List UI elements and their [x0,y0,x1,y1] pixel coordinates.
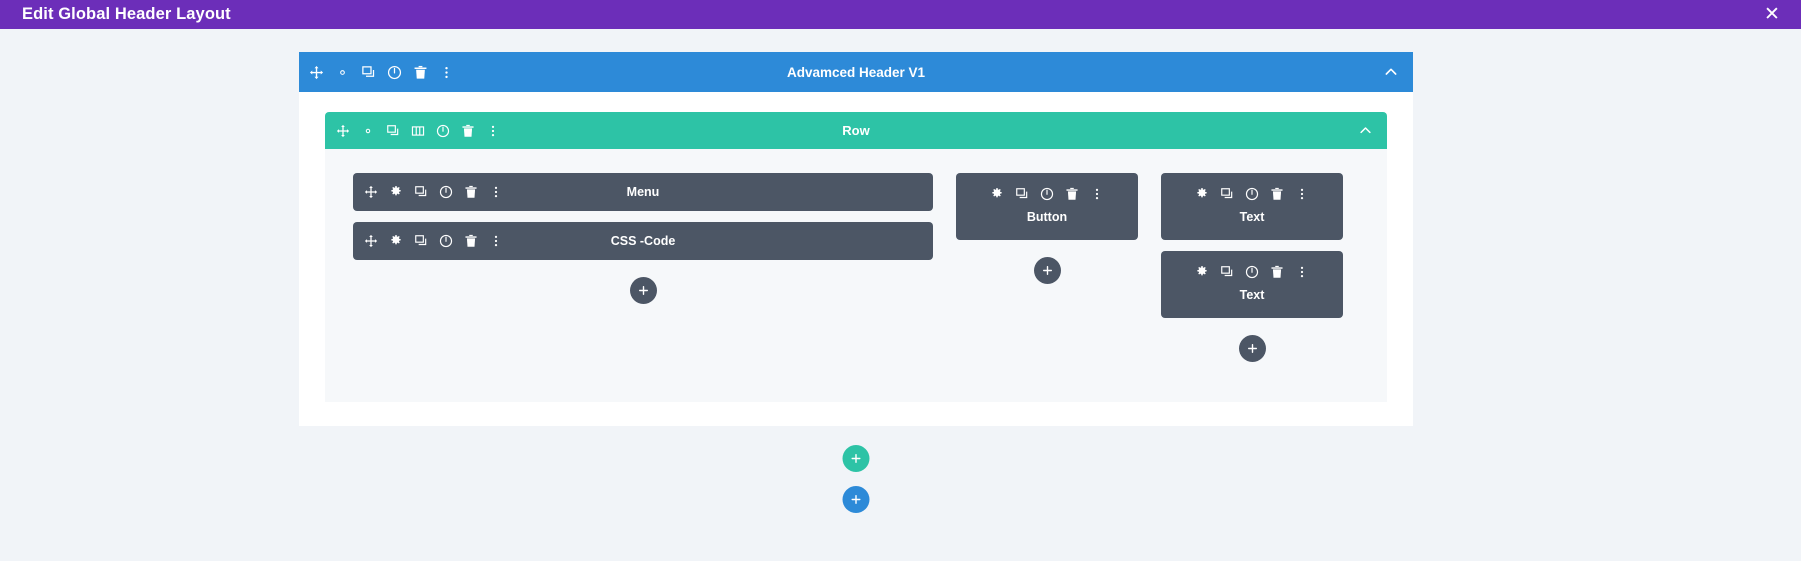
power-icon[interactable] [1040,187,1054,201]
kebab-menu-icon[interactable] [1295,265,1309,279]
trash-icon[interactable] [413,65,428,80]
kebab-menu-icon[interactable] [489,185,503,199]
page-title: Edit Global Header Layout [22,5,231,23]
trash-icon[interactable] [464,185,478,199]
section-body: Row Menu CSS -Code Button Text Text [299,92,1413,426]
trash-icon[interactable] [461,124,475,138]
duplicate-icon[interactable] [1220,265,1234,279]
module-toolbar-icons [990,187,1104,201]
gear-icon[interactable] [389,185,403,199]
trash-icon[interactable] [1065,187,1079,201]
builder-canvas: Advamced Header V1 Row Menu CSS -Code Bu… [0,29,1801,561]
gear-icon[interactable] [1195,265,1209,279]
column-two: Button [956,173,1138,284]
move-icon[interactable] [364,234,378,248]
kebab-menu-icon[interactable] [489,234,503,248]
section-toolbar-icons [309,65,454,80]
power-icon[interactable] [439,234,453,248]
kebab-menu-icon[interactable] [439,65,454,80]
gear-icon[interactable] [335,65,350,80]
duplicate-icon[interactable] [1220,187,1234,201]
power-icon[interactable] [387,65,402,80]
row-toolbar: Row [325,112,1387,149]
module-button[interactable]: Button [956,173,1138,240]
power-icon[interactable] [1245,187,1259,201]
module-text-1[interactable]: Text [1161,173,1343,240]
gear-icon[interactable] [389,234,403,248]
add-row-button[interactable] [842,445,870,472]
row-body: Menu CSS -Code Button Text Text [325,149,1387,402]
power-icon[interactable] [439,185,453,199]
module-label: Text [1239,210,1265,224]
trash-icon[interactable] [464,234,478,248]
move-icon[interactable] [336,124,350,138]
chevron-up-icon[interactable] [1358,123,1373,138]
gear-icon[interactable] [361,124,375,138]
gear-icon[interactable] [1195,187,1209,201]
duplicate-icon[interactable] [386,124,400,138]
power-icon[interactable] [1245,265,1259,279]
module-toolbar-icons [1195,187,1309,201]
module-css-code[interactable]: CSS -Code [353,222,933,260]
duplicate-icon[interactable] [414,234,428,248]
module-text-2[interactable]: Text [1161,251,1343,318]
module-toolbar-icons [1195,265,1309,279]
close-icon[interactable]: ✕ [1761,0,1783,29]
editor-top-bar: Edit Global Header Layout ✕ [0,0,1801,29]
trash-icon[interactable] [1270,265,1284,279]
module-menu[interactable]: Menu [353,173,933,211]
kebab-menu-icon[interactable] [1295,187,1309,201]
add-module-button-column-one[interactable] [629,277,657,304]
module-label: Text [1239,288,1265,302]
duplicate-icon[interactable] [1015,187,1029,201]
add-section-button[interactable] [842,486,870,513]
power-icon[interactable] [436,124,450,138]
duplicate-icon[interactable] [361,65,376,80]
section-advamced-header-v1: Advamced Header V1 Row Menu CSS -Code Bu… [299,52,1413,426]
module-toolbar-icons [364,185,503,199]
move-icon[interactable] [309,65,324,80]
module-label: Button [1026,210,1068,224]
row-toolbar-icons [336,124,500,138]
row-container: Row Menu CSS -Code Button Text Text [325,112,1387,402]
trash-icon[interactable] [1270,187,1284,201]
chevron-up-icon[interactable] [1383,64,1399,80]
add-module-button-column-two[interactable] [1033,257,1061,284]
section-title: Advamced Header V1 [786,64,926,80]
gear-icon[interactable] [990,187,1004,201]
column-one: Menu CSS -Code [353,173,933,304]
columns-icon[interactable] [411,124,425,138]
module-toolbar-icons [364,234,503,248]
column-three: Text Text [1161,173,1343,362]
kebab-menu-icon[interactable] [486,124,500,138]
section-toolbar: Advamced Header V1 [299,52,1413,92]
move-icon[interactable] [364,185,378,199]
duplicate-icon[interactable] [414,185,428,199]
add-module-button-column-three[interactable] [1238,335,1266,362]
kebab-menu-icon[interactable] [1090,187,1104,201]
